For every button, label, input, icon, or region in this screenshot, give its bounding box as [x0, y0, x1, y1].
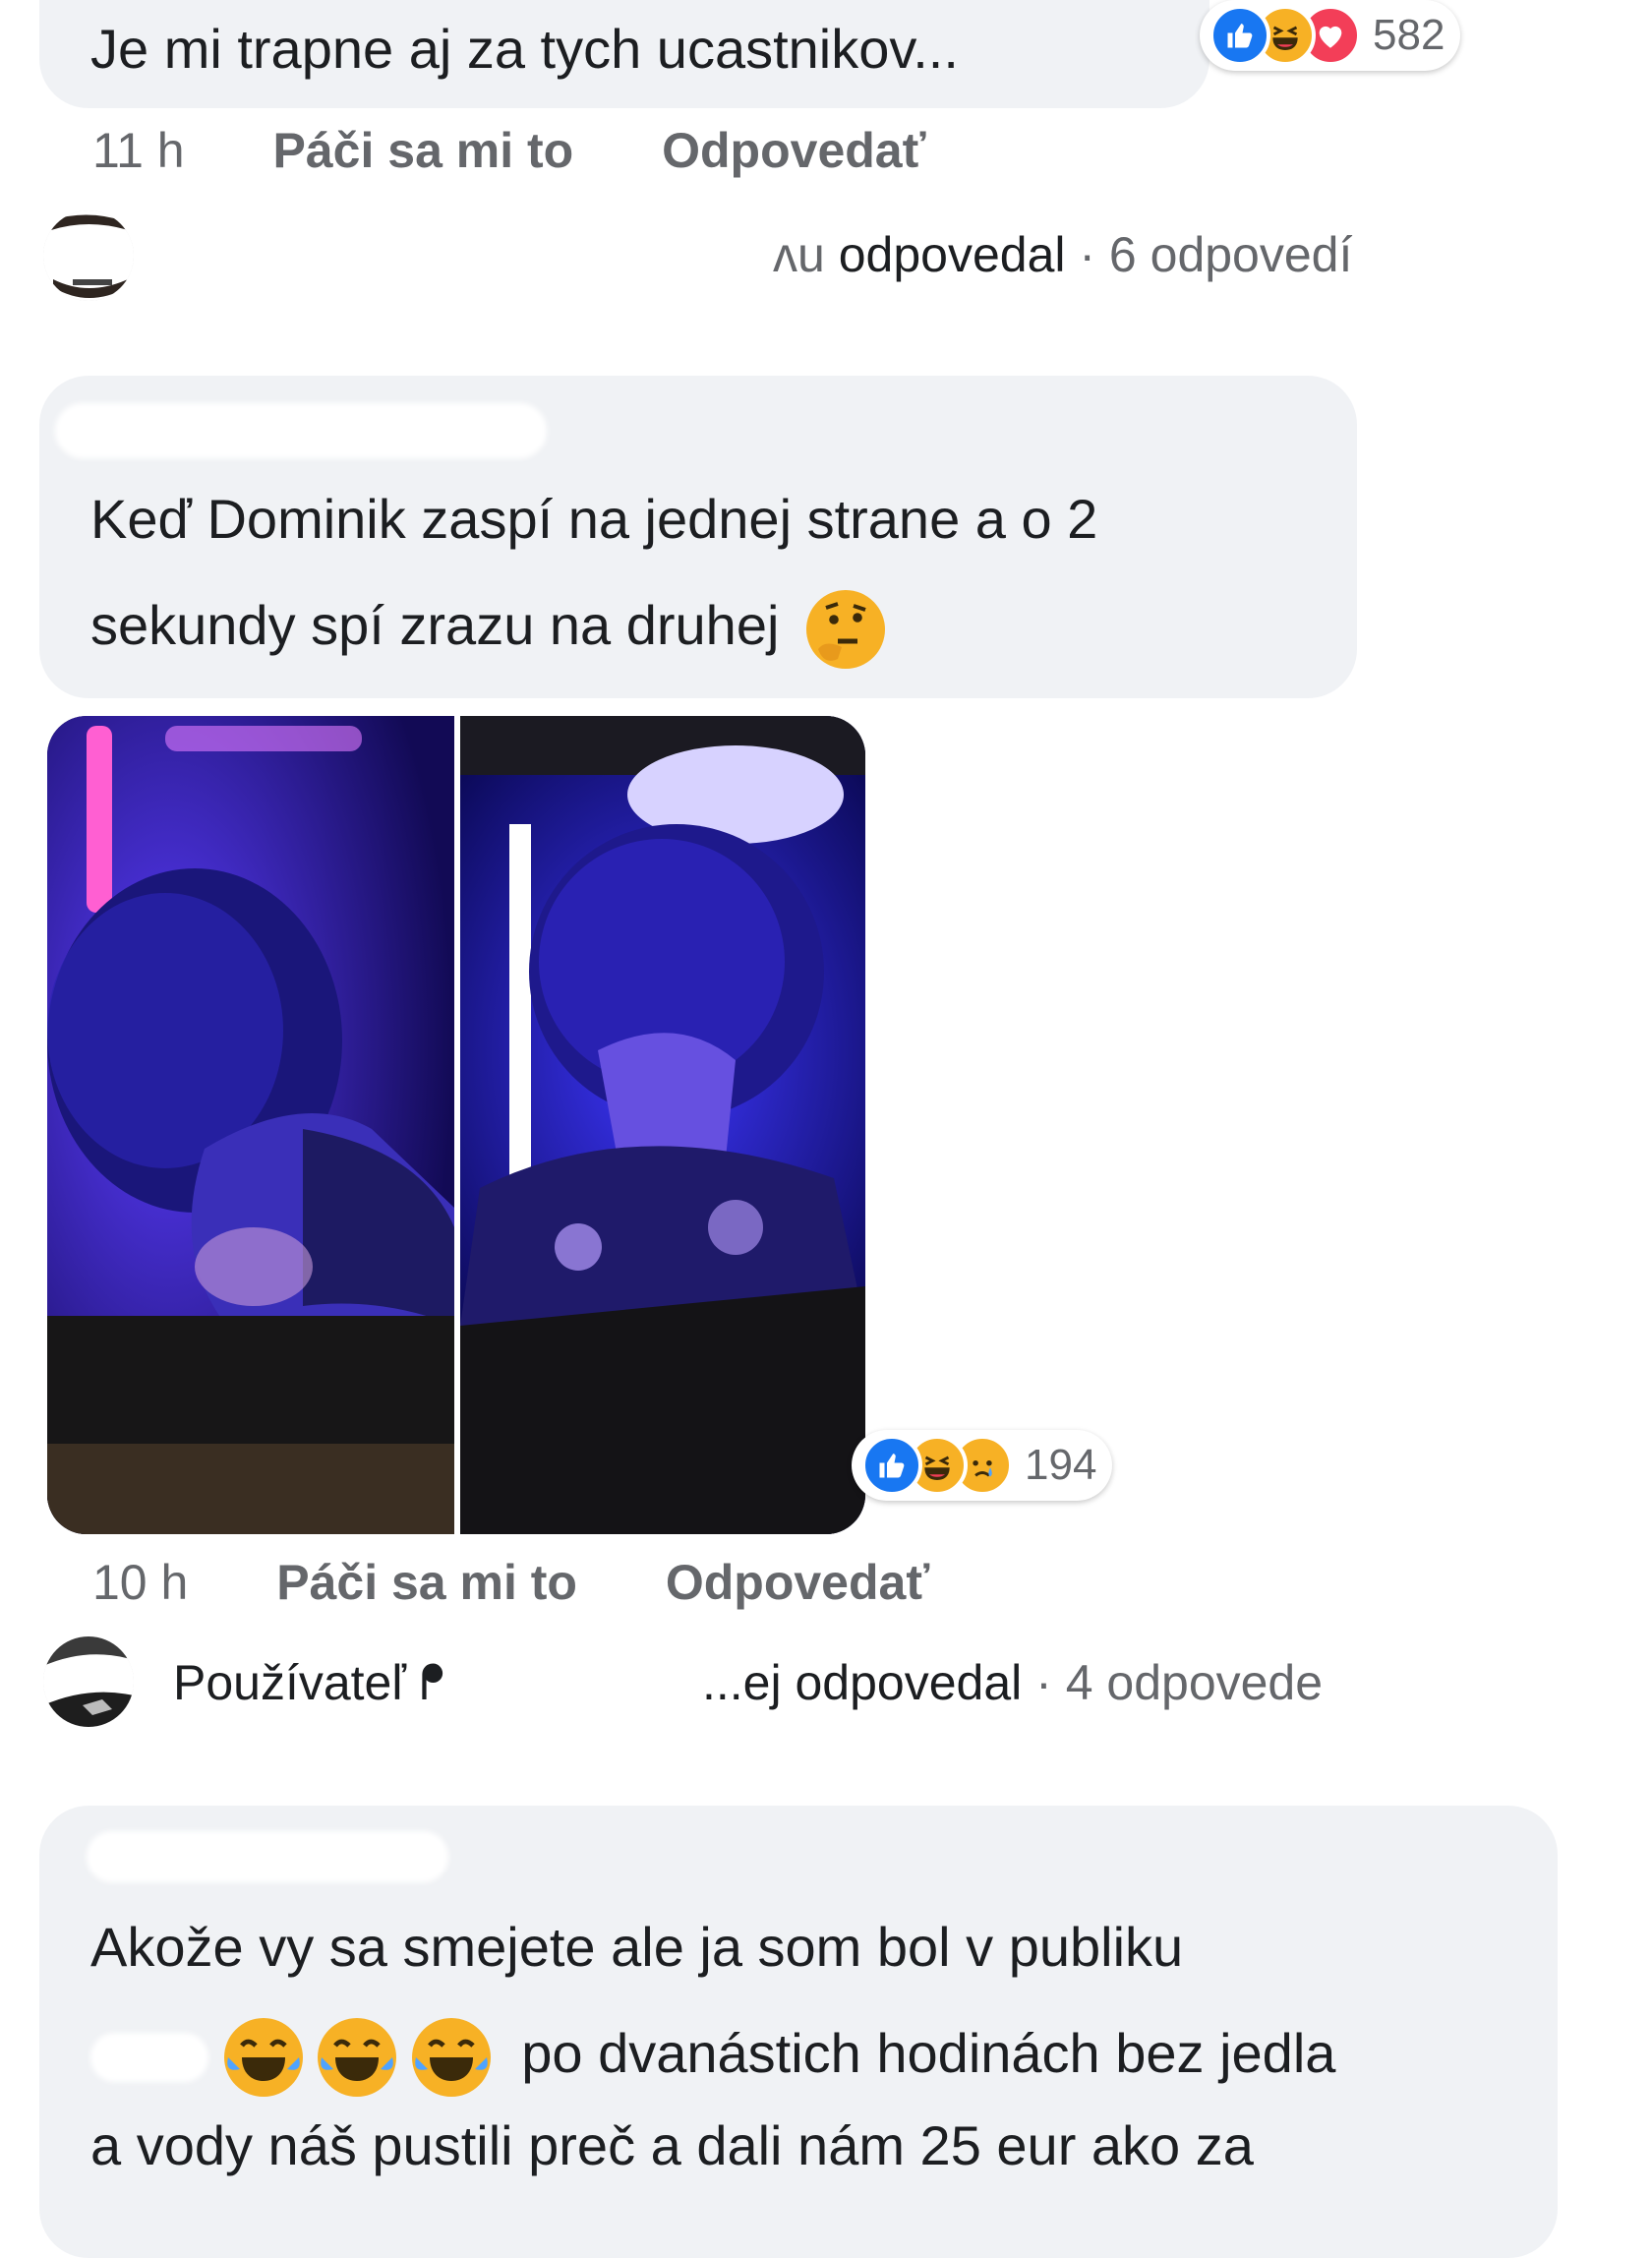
redacted-name [157, 218, 767, 277]
tears-of-joy-emoji [223, 2018, 303, 2098]
replies-prefix: ᴧu [773, 227, 825, 282]
comment-3-line-2-text: po dvanástich hodinách bez jedla [521, 2022, 1336, 2084]
comment-2-like-button[interactable]: Páči sa mi to [276, 1555, 577, 1610]
replies-count: · 6 odpovedí [1079, 227, 1353, 282]
view-replies-2-tail[interactable]: ...ej odpovedal · 4 odpovede [702, 1654, 1323, 1711]
replies-count: · 4 odpovede [1035, 1655, 1324, 1710]
tears-of-joy-emoji [411, 2018, 491, 2098]
reaction-summary-2[interactable]: 194 [852, 1430, 1113, 1501]
comment-2-line-1: Keď Dominik zaspí na jednej strane a o 2 [90, 488, 1098, 550]
view-replies-2[interactable]: Používateľ ᖰ [173, 1654, 445, 1712]
like-icon [1210, 5, 1270, 66]
comment-3-line-1: Akože vy sa smejete ale ja som bol v pub… [90, 1916, 1184, 1978]
reaction-count-1: 582 [1373, 11, 1446, 59]
replies-verb: odpovedal [838, 227, 1066, 282]
like-icon [861, 1435, 922, 1496]
comment-2-meta: 10 h Páči sa mi to Odpovedať [92, 1554, 929, 1611]
redacted-author-3 [87, 1831, 448, 1882]
comment-2-time[interactable]: 10 h [92, 1555, 188, 1610]
reaction-summary-1[interactable]: 582 [1200, 0, 1461, 71]
comment-1-reply-button[interactable]: Odpovedať [662, 123, 925, 178]
redacted-author-2 [55, 403, 547, 458]
comment-photo[interactable] [47, 716, 865, 1534]
redacted-name [492, 1648, 698, 1711]
redacted-word [90, 2033, 208, 2083]
tears-of-joy-emoji [318, 2018, 397, 2098]
comment-2-line-2-text: sekundy spí zrazu na druhej [90, 594, 780, 656]
comment-3-line-2: po dvanástich hodinách bez jedla [90, 2000, 1335, 2107]
comment-1-like-button[interactable]: Páči sa mi to [273, 123, 574, 178]
reaction-count-2: 194 [1025, 1441, 1097, 1489]
thinking-face-emoji [805, 590, 885, 670]
avatar[interactable] [43, 210, 134, 301]
view-replies-1[interactable]: ᴧu odpovedal · 6 odpovedí [773, 226, 1352, 283]
avatar[interactable] [43, 1636, 134, 1727]
replies-suffix: ...ej odpovedal [702, 1655, 1023, 1710]
comment-2-reply-button[interactable]: Odpovedať [666, 1555, 929, 1610]
comment-1-text: Je mi trapne aj za tych ucastnikov... [90, 18, 959, 80]
replies-user: Používateľ ᖰ [173, 1655, 445, 1710]
comment-2-line-2: sekundy spí zrazu na druhej [90, 572, 885, 679]
comment-3-line-3: a vody náš pustili preč a dali nám 25 eu… [90, 2114, 1254, 2176]
comment-1-meta: 11 h Páči sa mi to Odpovedať [92, 122, 926, 179]
photo-collage [47, 716, 865, 1534]
comment-1-time[interactable]: 11 h [92, 123, 185, 178]
